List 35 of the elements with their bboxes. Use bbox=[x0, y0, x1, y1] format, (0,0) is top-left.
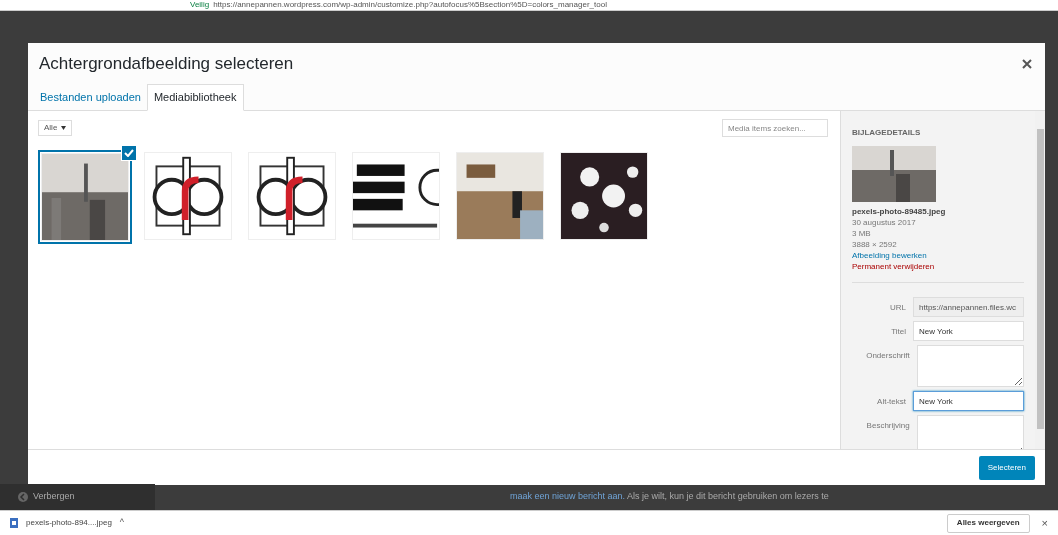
scrollbar[interactable] bbox=[1035, 111, 1045, 449]
section-heading: BIJLAGEDETAILS bbox=[852, 127, 922, 139]
delete-link[interactable]: Permanent verwijderen bbox=[852, 261, 935, 272]
image-dimensions: 3888 × 2592 bbox=[852, 239, 898, 250]
edit-image-link[interactable]: Afbeelding bewerken bbox=[852, 250, 927, 261]
text-field[interactable]: New York bbox=[913, 321, 1024, 341]
show-all-button[interactable]: Alles weergeven bbox=[946, 513, 1030, 533]
text-field[interactable]: https://annepannen.files.wc bbox=[913, 297, 1024, 317]
tab[interactable]: Mediabibliotheek bbox=[146, 84, 244, 111]
text-field[interactable]: New York bbox=[913, 391, 1024, 411]
field-label: Onderschrift bbox=[865, 350, 910, 362]
file-icon bbox=[10, 518, 18, 528]
expand-button[interactable]: ^ bbox=[119, 516, 125, 530]
select-button[interactable]: Selecteren bbox=[978, 455, 1035, 480]
background-sentence: maak een nieuw bericht aan. Als je wilt, kun je dit bericht gebruiken om lezers te bbox=[510, 490, 829, 504]
tab[interactable]: Bestanden uploaden bbox=[34, 84, 147, 110]
filter-dropdown[interactable]: Alle bbox=[38, 120, 73, 136]
modal-title: Achtergrondafbeelding selecteren bbox=[39, 53, 294, 76]
checkmark-icon[interactable] bbox=[121, 145, 137, 161]
download-file-name[interactable]: pexels-photo-894....jpeg bbox=[26, 517, 112, 529]
field-label: URL bbox=[889, 302, 906, 314]
file-name: pexels-photo-89485.jpeg bbox=[852, 206, 947, 217]
file-size: 3 MB bbox=[852, 228, 872, 239]
search-field[interactable]: Media items zoeken... bbox=[722, 119, 828, 137]
upload-date: 30 augustus 2017 bbox=[852, 217, 917, 228]
field-label: Beschrijving bbox=[865, 420, 910, 432]
caret-icon bbox=[61, 126, 67, 130]
address-bar-url[interactable]: https://annepannen.wordpress.com/wp-admin/customize.php?autofocus%5Bsection%5D=colors_manager_tool bbox=[213, 1, 607, 9]
close-icon[interactable] bbox=[1020, 57, 1034, 71]
close-button[interactable]: × bbox=[1041, 514, 1048, 532]
security-label: Veilig bbox=[190, 1, 210, 9]
hide-label[interactable]: Verbergen bbox=[33, 490, 75, 504]
field-label: Titel bbox=[890, 326, 906, 338]
new-post-link[interactable]: maak een nieuw bericht aan. bbox=[510, 491, 626, 502]
field-label: Alt-tekst bbox=[876, 396, 906, 408]
